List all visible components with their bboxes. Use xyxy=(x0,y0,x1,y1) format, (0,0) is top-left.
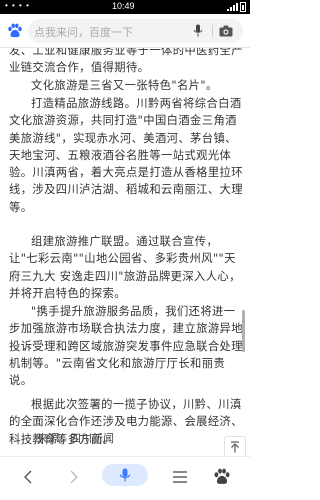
scrollbar-thumb[interactable] xyxy=(242,310,245,352)
article-paragraph: "携手提升旅游服务品质，我们还将进一步加强旅游市场联合执法力度，建立旅游异地投诉… xyxy=(9,305,243,388)
bottom-toolbar xyxy=(0,456,250,500)
article-paragraph: 文化旅游是三省又一张特色"名片"。 xyxy=(31,79,218,92)
paw-home-icon xyxy=(214,468,230,484)
voice-search-button[interactable] xyxy=(102,464,148,486)
search-divider xyxy=(212,25,213,37)
camera-icon[interactable] xyxy=(219,25,233,37)
article-paragraph: 组建旅游推广联盟。通过联合宣传，让"七彩云南""山地公园省、多彩贵州风""天府三… xyxy=(9,235,241,300)
notification-dots: • • • • xyxy=(5,1,30,10)
forward-button[interactable] xyxy=(62,465,86,489)
search-input[interactable]: 点我来问，百度一下 xyxy=(28,19,243,43)
back-button[interactable] xyxy=(16,465,40,489)
scrollbar[interactable] xyxy=(242,48,245,456)
home-button[interactable] xyxy=(210,465,234,489)
search-placeholder: 点我来问，百度一下 xyxy=(34,26,133,39)
article-paragraph: 发、工业和健康服务业等于一体的中医药全产业链交流合作，值得期待。 xyxy=(9,48,243,75)
article-paragraph: 打造精品旅游线路。川黔两省将综合白酒文化旅游资源，共同打造"中国白酒金三角酒美旅… xyxy=(9,97,243,214)
back-to-top-button[interactable] xyxy=(224,436,246,458)
status-bar: • • • • 10:49 xyxy=(0,0,250,14)
article-body: 发、工业和健康服务业等于一体的中医药全产业链交流合作，值得期待。 文化旅游是三省… xyxy=(0,48,250,455)
baidu-paw-icon[interactable] xyxy=(7,23,23,39)
status-indicators xyxy=(227,2,246,12)
mic-icon[interactable] xyxy=(193,24,203,38)
status-time: 10:49 xyxy=(112,1,135,11)
mic-icon xyxy=(119,468,131,481)
search-header: 点我来问，百度一下 xyxy=(0,14,250,48)
menu-icon xyxy=(173,471,187,483)
article-source: 来源：四川新闻 xyxy=(37,432,114,445)
menu-button[interactable] xyxy=(168,465,192,489)
back-to-top-icon xyxy=(231,441,239,453)
battery-icon xyxy=(240,2,246,12)
chevron-right-icon xyxy=(70,470,78,484)
chevron-left-icon xyxy=(24,470,32,484)
signal-icon xyxy=(227,3,238,11)
